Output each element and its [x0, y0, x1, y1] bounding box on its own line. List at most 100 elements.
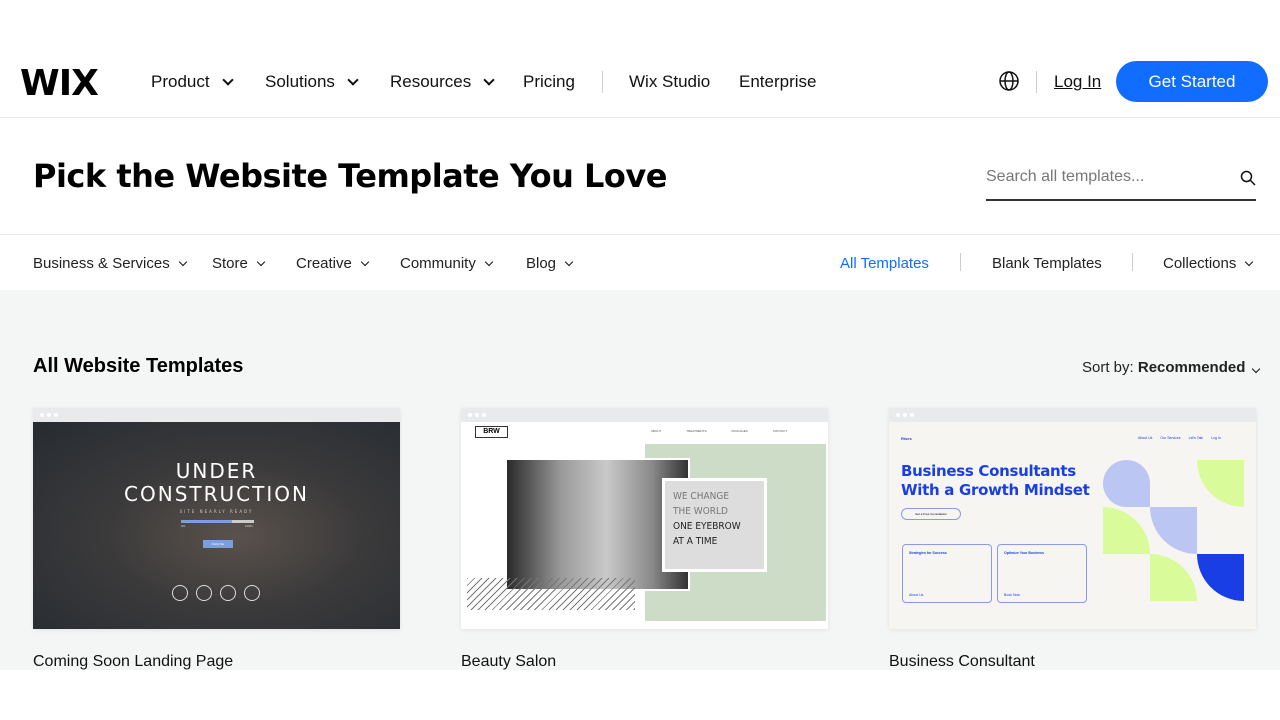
shape [1150, 554, 1197, 601]
sort-label: Sort by: [1082, 359, 1134, 376]
divider [602, 71, 603, 93]
headline-box: WE CHANGE THE WORLD ONE EYEBROW AT A TIM… [662, 478, 767, 572]
preview-nav-item: Log In [1211, 436, 1221, 440]
category-label: Business & Services [33, 255, 170, 272]
category-store[interactable]: Store [212, 255, 266, 272]
preview-logo: BRW [475, 426, 508, 438]
chevron-down-icon [564, 257, 574, 267]
preview-link: Book Now [1004, 593, 1020, 597]
search-icon[interactable] [1240, 170, 1256, 186]
preview-nav: ABOUT TREATMENTS PACKAGES CONTACT [651, 429, 787, 433]
get-started-button[interactable]: Get Started [1116, 61, 1268, 102]
nav-product[interactable]: Product [151, 72, 234, 92]
template-preview: Rises About Us Our Services Let's Talk Log … [889, 422, 1256, 629]
template-name[interactable]: Coming Soon Landing Page [33, 653, 233, 671]
preview-headline: Business Consultants With a Growth Minds… [901, 462, 1090, 500]
section-title: All Website Templates [33, 355, 244, 377]
progress-fill [181, 520, 233, 523]
divider [1132, 253, 1133, 271]
template-card-beauty-salon[interactable]: BRW ABOUT TREATMENTS PACKAGES CONTACT WE CH… [461, 408, 828, 629]
social-icons [172, 585, 260, 601]
wix-logo[interactable]: WIX [20, 63, 99, 104]
progress-min: 0% [181, 524, 186, 528]
nav-pricing[interactable]: Pricing [523, 72, 575, 92]
facebook-icon [172, 585, 188, 601]
template-card-business-consultant[interactable]: Rises About Us Our Services Let's Talk Log … [889, 408, 1256, 629]
chevron-down-icon [178, 257, 187, 267]
nav-enterprise[interactable]: Enterprise [739, 72, 816, 92]
nav-solutions[interactable]: Solutions [265, 72, 359, 92]
browser-bar [889, 408, 1256, 422]
preview-box-title: Strategies for Success [909, 551, 947, 555]
notify-button: Notify Me [203, 540, 233, 548]
category-bar: Business & Services Store Creative Commu… [0, 234, 1280, 290]
browser-bar [33, 408, 400, 422]
preview-subtitle: SITE NEARLY READY [179, 509, 254, 514]
browser-bar [461, 408, 828, 422]
shape [1150, 507, 1197, 554]
preview-nav-item: About Us [1138, 436, 1153, 440]
nav-label: Product [151, 72, 210, 91]
template-preview: UNDER CONSTRUCTION SITE NEARLY READY 0% … [33, 422, 400, 629]
template-name[interactable]: Beauty Salon [461, 653, 556, 671]
preview-heading: THE WORLD [673, 506, 728, 517]
chevron-down-icon [256, 257, 266, 267]
category-business-services[interactable]: Business & Services [33, 255, 187, 272]
top-nav: WIX Product Solutions Resources Pricing … [0, 45, 1280, 118]
shape [1103, 507, 1150, 554]
preview-link: About Us [909, 593, 924, 597]
preview-nav-item: ABOUT [651, 429, 662, 433]
preview-heading: Business Consultants [901, 462, 1076, 480]
nav-wix-studio[interactable]: Wix Studio [629, 72, 710, 92]
chevron-down-icon [484, 257, 494, 267]
progress-bar [181, 520, 254, 523]
preview-logo: Rises [901, 436, 912, 441]
progress-max: 100% [245, 524, 253, 528]
search-input[interactable]: Search all templates... [986, 160, 1256, 201]
category-label: Store [212, 255, 248, 272]
chevron-down-icon [360, 257, 370, 267]
search-placeholder: Search all templates... [986, 168, 1145, 185]
divider [1036, 71, 1037, 93]
preview-box-title: Optimize Your Business [1004, 551, 1044, 555]
preview-nav-item: Our Services [1160, 436, 1181, 440]
sort-dropdown[interactable]: Sort by: Recommended [1082, 359, 1261, 376]
globe-icon[interactable] [998, 70, 1020, 92]
all-templates-link[interactable]: All Templates [840, 255, 929, 272]
preview-nav: About Us Our Services Let's Talk Log In [1138, 436, 1221, 440]
linkedin-icon [196, 585, 212, 601]
twitter-icon [244, 585, 260, 601]
template-card-coming-soon[interactable]: UNDER CONSTRUCTION SITE NEARLY READY 0% … [33, 408, 400, 629]
instagram-icon [220, 585, 236, 601]
category-label: Collections [1163, 255, 1237, 272]
preview-box: Strategies for Success About Us [902, 544, 992, 603]
shape [1103, 460, 1150, 507]
nav-label: Solutions [265, 72, 335, 91]
hatch-pattern [467, 578, 635, 610]
preview-box: Optimize Your Business Book Now [997, 544, 1087, 603]
preview-nav-item: TREATMENTS [686, 429, 707, 433]
chevron-down-icon [221, 73, 234, 86]
preview-heading: ONE EYEBROW [673, 521, 741, 532]
chevron-down-icon [1245, 257, 1254, 267]
category-creative[interactable]: Creative [296, 255, 370, 272]
template-name[interactable]: Business Consultant [889, 653, 1035, 671]
category-community[interactable]: Community [400, 255, 494, 272]
preview-heading: AT A TIME [673, 536, 718, 547]
category-blog[interactable]: Blog [526, 255, 574, 272]
login-link[interactable]: Log In [1054, 72, 1101, 92]
collections-dropdown[interactable]: Collections [1163, 255, 1254, 272]
preview-nav-item: CONTACT [772, 429, 788, 433]
divider [960, 253, 961, 271]
category-label: Blog [526, 255, 557, 272]
category-label: Community [400, 255, 476, 272]
blank-templates-link[interactable]: Blank Templates [992, 255, 1102, 272]
nav-label: Resources [390, 72, 472, 91]
chevron-down-icon [347, 73, 359, 86]
chevron-down-icon [1252, 364, 1261, 374]
category-label: Creative [296, 255, 352, 272]
preview-button: Get a Free Consultation [901, 508, 961, 520]
preview-heading: WE CHANGE [673, 491, 730, 502]
sort-value: Recommended [1137, 359, 1246, 376]
nav-resources[interactable]: Resources [390, 72, 495, 92]
